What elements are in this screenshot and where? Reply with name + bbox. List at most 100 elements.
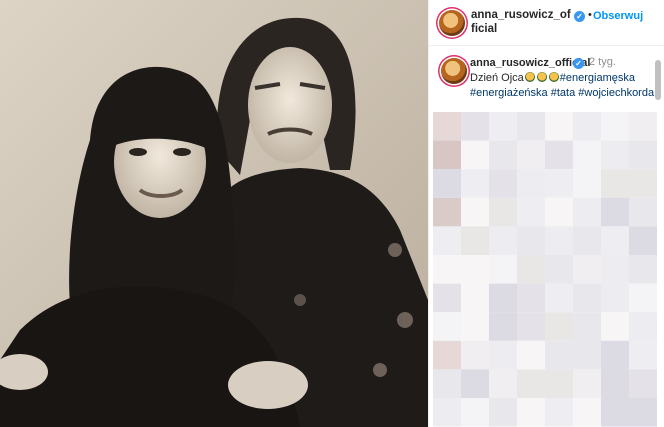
mosaic-tile	[461, 340, 489, 370]
mosaic-tile	[545, 169, 573, 198]
post-photo[interactable]	[0, 0, 428, 427]
mosaic-tile	[629, 197, 657, 227]
mosaic-tile	[517, 283, 545, 313]
mosaic-tile	[461, 140, 489, 170]
mosaic-tile	[545, 369, 573, 398]
mosaic-tile	[545, 255, 573, 284]
comments-blurred	[429, 108, 657, 427]
mosaic-tile	[489, 226, 517, 255]
mosaic-tile	[517, 197, 545, 227]
mosaic-tile	[517, 169, 545, 198]
mosaic-tile	[629, 255, 657, 284]
mosaic-tile	[573, 226, 601, 255]
mosaic-tile	[489, 312, 517, 341]
caption-main-text: Dzień Ojca	[470, 72, 524, 84]
mosaic-tile	[489, 283, 517, 313]
mosaic-tile	[629, 312, 657, 341]
hashtag-link[interactable]: #energiamęska	[560, 72, 635, 84]
face-emoji-icon	[524, 72, 535, 82]
mosaic-tile	[601, 369, 629, 398]
mosaic-tile	[601, 398, 629, 427]
mosaic-tile	[517, 140, 545, 170]
mosaic-tile	[433, 312, 461, 341]
mosaic-tile	[461, 312, 489, 341]
mosaic-tile	[545, 197, 573, 227]
mosaic-tile	[601, 140, 629, 170]
mosaic-tile	[489, 340, 517, 370]
hashtag-link[interactable]: #wojciechkorda	[578, 87, 654, 99]
mosaic-tile	[489, 140, 517, 170]
mosaic-tile	[489, 197, 517, 227]
mosaic-tile	[461, 226, 489, 255]
mosaic-tile	[517, 112, 545, 141]
mosaic-tile	[573, 398, 601, 427]
mosaic-tile	[489, 112, 517, 141]
mosaic-tile	[489, 255, 517, 284]
caption-text: Dzień Ojca #energiamęska #energiażeńska #…	[470, 71, 660, 101]
mosaic-tile	[573, 140, 601, 170]
mosaic-tile	[601, 197, 629, 227]
mosaic-tile	[545, 226, 573, 255]
mosaic-tile	[489, 169, 517, 198]
mosaic-tile	[573, 255, 601, 284]
mosaic-tile	[433, 226, 461, 255]
mosaic-tile	[573, 369, 601, 398]
mosaic-tile	[601, 112, 629, 141]
mosaic-tile	[601, 226, 629, 255]
mosaic-tile	[433, 112, 461, 141]
mosaic-tile	[461, 197, 489, 227]
mosaic-tile	[489, 398, 517, 427]
mosaic-tile	[433, 283, 461, 313]
caption-time[interactable]: 2 tyg.	[589, 56, 616, 68]
mosaic-tile	[629, 226, 657, 255]
mosaic-tile	[545, 283, 573, 313]
mosaic-tile	[573, 340, 601, 370]
mosaic-tile	[517, 398, 545, 427]
post-side-panel: anna_rusowicz_official ✓ • Obserwuj anna…	[428, 0, 664, 427]
mosaic-tile	[461, 283, 489, 313]
mosaic-tile	[601, 255, 629, 284]
face-emoji-icon	[548, 72, 559, 82]
hashtag-link[interactable]: #tata	[551, 87, 575, 99]
mosaic-tile	[545, 398, 573, 427]
mosaic-tile	[601, 340, 629, 370]
mosaic-tile	[433, 369, 461, 398]
mosaic-tile	[489, 369, 517, 398]
hashtag-link[interactable]: #energiażeńska	[470, 87, 548, 99]
mosaic-tile	[573, 283, 601, 313]
mosaic-tile	[545, 312, 573, 341]
mosaic-tile	[573, 169, 601, 198]
scrollbar[interactable]	[655, 60, 661, 100]
follow-button[interactable]: Obserwuj	[593, 10, 643, 22]
mosaic-tile	[629, 369, 657, 398]
caption-verified-badge-icon: ✓	[573, 58, 584, 69]
author-handle[interactable]: anna_rusowicz_official	[471, 8, 573, 36]
mosaic-tile	[545, 112, 573, 141]
mosaic-tile	[461, 255, 489, 284]
caption-author-avatar[interactable]	[441, 58, 467, 84]
mosaic-tile	[433, 255, 461, 284]
mosaic-tile	[629, 140, 657, 170]
mosaic-tile	[517, 340, 545, 370]
mosaic-tile	[629, 169, 657, 198]
mosaic-tile	[433, 197, 461, 227]
mosaic-tile	[573, 197, 601, 227]
mosaic-tile	[601, 283, 629, 313]
mosaic-tile	[629, 398, 657, 427]
mosaic-tile	[517, 369, 545, 398]
post-header: anna_rusowicz_official ✓ • Obserwuj	[429, 0, 664, 46]
mosaic-tile	[517, 226, 545, 255]
mosaic-tile	[433, 398, 461, 427]
mosaic-tile	[517, 312, 545, 341]
face-emoji-icon	[536, 72, 547, 82]
mosaic-tile	[601, 169, 629, 198]
mosaic-tile	[433, 169, 461, 198]
mosaic-tile	[629, 340, 657, 370]
author-avatar[interactable]	[439, 10, 465, 36]
mosaic-tile	[461, 169, 489, 198]
mosaic-tile	[601, 312, 629, 341]
mosaic-tile	[461, 112, 489, 141]
mosaic-tile	[433, 140, 461, 170]
mosaic-tile	[545, 340, 573, 370]
pixelated-comments	[433, 112, 657, 427]
